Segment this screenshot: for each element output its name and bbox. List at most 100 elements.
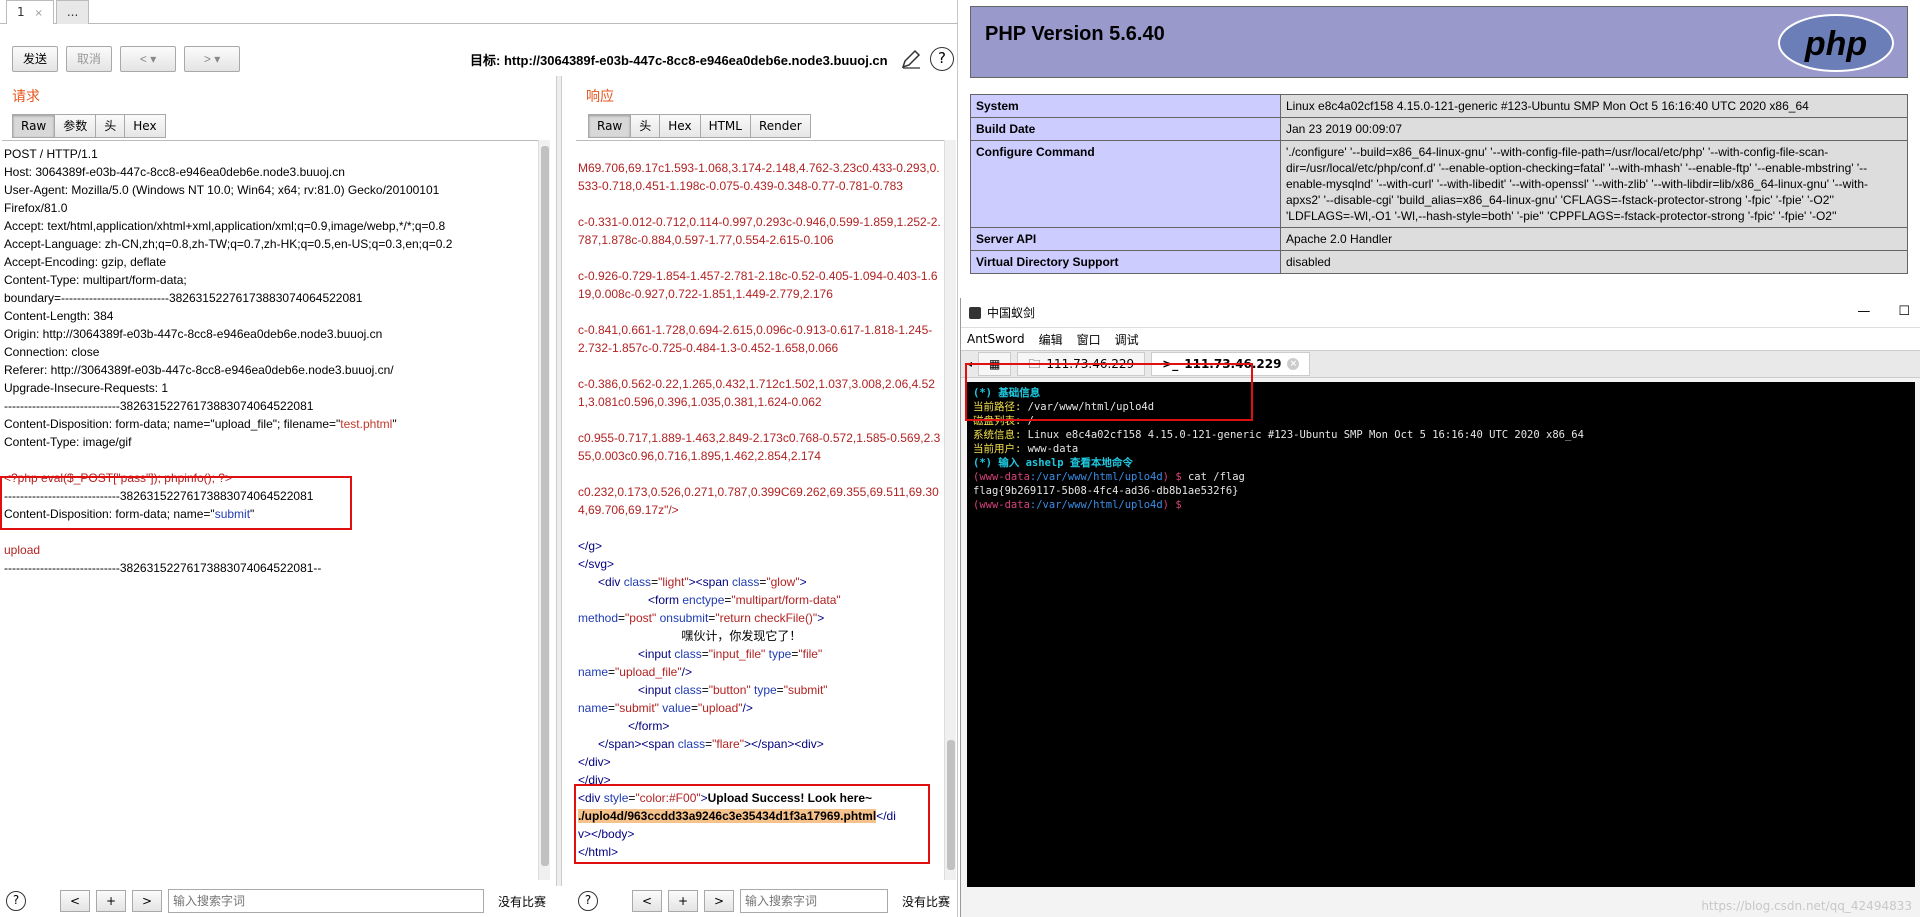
search-prev-button[interactable]: <: [632, 890, 662, 912]
request-line: Accept-Encoding: gzip, deflate: [4, 255, 167, 269]
request-scrollbar[interactable]: [538, 140, 550, 880]
menu-antsword[interactable]: AntSword: [967, 332, 1025, 346]
svg-path-line: c-0.386,0.562-0.22,1.265,0.432,1.712c1.5…: [578, 377, 935, 409]
svg-path-line: c-0.841,0.661-1.728,0.694-2.615,0.096c-0…: [578, 323, 933, 355]
close-icon[interactable]: ×: [1287, 358, 1300, 370]
prompt-path: :/var/www/html/uplo4d: [1029, 499, 1163, 511]
payload-highlight-box: [0, 476, 352, 530]
request-title: 请求: [12, 89, 40, 105]
window-controls: — ☐: [1857, 304, 1910, 319]
request-line: Accept: text/html,application/xhtml+xml,…: [4, 219, 446, 233]
flag-highlight-box: [965, 363, 1253, 421]
request-line: Content-Type: multipart/form-data;: [4, 273, 187, 287]
tab-render[interactable]: Render: [749, 114, 811, 138]
svg-path-data: M69.706,69.17c1.593-1.068,3.174-2.148,4.…: [578, 159, 942, 519]
help-icon[interactable]: ?: [930, 47, 954, 71]
response-scrollbar[interactable]: [944, 140, 956, 880]
send-button[interactable]: 发送: [12, 46, 59, 72]
request-line: -----------------------------38263152276…: [4, 399, 314, 413]
search-next-button[interactable]: >: [132, 890, 162, 912]
chevron-down-icon: ▾: [150, 52, 157, 66]
tab-params[interactable]: 参数: [54, 114, 96, 138]
close-icon[interactable]: ×: [34, 8, 42, 19]
phpinfo-row: Configure Command './configure' '--build=…: [970, 140, 1908, 228]
prompt-path: :/var/www/html/uplo4d: [1029, 471, 1163, 483]
request-line: Origin: http://3064389f-e03b-447c-8cc8-e…: [4, 327, 383, 341]
tab-headers[interactable]: 头: [95, 114, 125, 138]
html-code-line: <form enctype="multipart/form-data": [648, 593, 841, 607]
tab-hex[interactable]: Hex: [124, 114, 166, 138]
boundary-end-line: -----------------------------38263152276…: [4, 561, 322, 575]
pencil-icon[interactable]: [900, 48, 922, 70]
back-button[interactable]: < ▾: [120, 46, 177, 72]
match-count: 没有比赛: [902, 894, 951, 909]
tab-html[interactable]: HTML: [699, 114, 750, 138]
cancel-button[interactable]: 取消: [66, 46, 113, 72]
minimize-icon[interactable]: —: [1857, 304, 1870, 319]
scrollbar-thumb[interactable]: [541, 146, 549, 866]
search-next-button[interactable]: >: [704, 890, 734, 912]
search-input[interactable]: [740, 889, 888, 913]
response-search-bar: ? < + > 没有比赛: [578, 888, 950, 914]
phpinfo-key: Virtual Directory Support: [970, 250, 1281, 274]
html-code-line: <input class="input_file" type="file": [638, 647, 823, 661]
request-tabs: Raw 参数 头 Hex: [12, 114, 166, 138]
search-options-button[interactable]: +: [96, 890, 126, 912]
tab-headers[interactable]: 头: [630, 114, 660, 138]
menu-debug[interactable]: 调试: [1115, 331, 1139, 348]
window-title: 中国蚁剑: [987, 306, 1036, 320]
help-icon[interactable]: ?: [6, 891, 26, 911]
phpinfo-table: System Linux e8c4a02cf158 4.15.0-121-gene…: [970, 94, 1908, 274]
forward-button[interactable]: > ▾: [184, 46, 241, 72]
svg-path-line: c-0.331-0.012-0.712,0.114-0.997,0.293c-0…: [578, 215, 941, 247]
response-tabs: Raw 头 Hex HTML Render: [588, 114, 811, 138]
response-editor[interactable]: M69.706,69.17c1.593-1.068,3.174-2.148,4.…: [576, 140, 944, 880]
phpinfo-key: System: [970, 94, 1281, 118]
repeater-tab-more[interactable]: ...: [55, 0, 90, 24]
chevron-down-icon: ▾: [214, 52, 221, 66]
request-line: Upgrade-Insecure-Requests: 1: [4, 381, 169, 395]
prompt-user: (www-data: [973, 499, 1030, 511]
html-code-line: <input class="button" type="submit": [638, 683, 828, 697]
repeater-tab-1[interactable]: 1 ×: [6, 0, 54, 24]
chevron-left-icon: <: [139, 52, 147, 66]
content-disposition-line: Content-Disposition: form-data; name="up…: [4, 415, 536, 433]
panel-splitter[interactable]: [556, 76, 562, 886]
terminal-prompt-line: (www-data:/var/www/html/uplo4d) $ cat /f…: [973, 470, 1909, 484]
scrollbar-thumb[interactable]: [947, 740, 955, 870]
upload-filename: test.phtml: [340, 417, 393, 431]
menu-window[interactable]: 窗口: [1077, 331, 1101, 348]
search-options-button[interactable]: +: [668, 890, 698, 912]
maximize-icon[interactable]: ☐: [1898, 304, 1910, 319]
tab-raw[interactable]: Raw: [12, 114, 55, 138]
terminal-output[interactable]: (*) 基础信息 当前路径: /var/www/html/uplo4d 磁盘列表…: [967, 382, 1915, 887]
burp-repeater-window: 1 × ... 发送 取消 < ▾ > ▾ 目标: http://3064389…: [0, 0, 958, 917]
antsword-window: 中国蚁剑 — ☐ AntSword 编辑 窗口 调试 ◂ ▦ 🗀 111.73.…: [960, 298, 1920, 917]
svg-path-line: c0.232,0.173,0.526,0.271,0.787,0.399C69.…: [578, 485, 939, 517]
help-icon[interactable]: ?: [578, 891, 598, 911]
repeater-toolbar: 发送 取消 < ▾ > ▾: [12, 46, 241, 72]
phpinfo-key: Server API: [970, 227, 1281, 251]
html-code-line: <div class="light"><span class="glow">: [598, 575, 807, 589]
phpinfo-row: Virtual Directory Support disabled: [970, 250, 1908, 274]
html-code-line: </form>: [628, 719, 670, 733]
phpinfo-row: Build Date Jan 23 2019 00:09:07: [970, 117, 1908, 141]
phpinfo-value: Linux e8c4a02cf158 4.15.0-121-generic #1…: [1280, 94, 1908, 118]
request-line: Content-Length: 384: [4, 309, 114, 323]
response-title: 响应: [586, 89, 614, 105]
disposition-suffix: ": [392, 417, 397, 431]
search-prev-button[interactable]: <: [60, 890, 90, 912]
antsword-logo-icon: [969, 306, 981, 319]
request-line: Firefox/81.0: [4, 201, 68, 215]
svg-path-line: c0.955-0.717,1.889-1.463,2.849-2.173c0.7…: [578, 431, 941, 463]
tab-raw[interactable]: Raw: [588, 114, 631, 138]
search-input[interactable]: [168, 889, 484, 913]
php-logo: php: [1778, 14, 1894, 72]
menu-edit[interactable]: 编辑: [1039, 331, 1063, 348]
command: cat /flag: [1187, 471, 1245, 483]
php-logo-text: php: [1804, 25, 1867, 63]
user-value: www-data: [1021, 443, 1079, 455]
phpinfo-row: Server API Apache 2.0 Handler: [970, 227, 1908, 251]
tab-hex[interactable]: Hex: [659, 114, 700, 138]
html-code-line: </svg>: [578, 557, 615, 571]
